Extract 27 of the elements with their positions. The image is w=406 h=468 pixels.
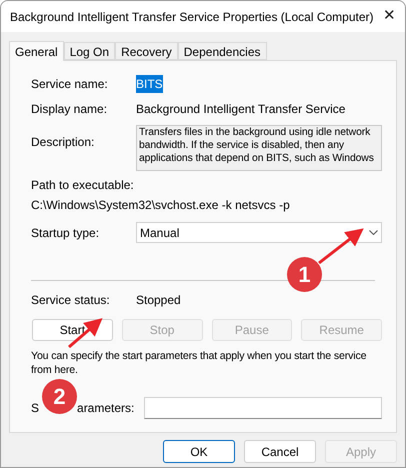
dialog-button[interactable]: Cancel [244, 440, 316, 463]
path-value: C:\Windows\System32\svchost.exe -k netsvcs -p [30, 197, 291, 214]
service-status-value: Stopped [136, 292, 181, 309]
field-label: Startup type: [31, 224, 100, 242]
tab[interactable]: General [9, 41, 64, 61]
tab[interactable]: Recovery [115, 42, 178, 60]
path-label: Path to executable: [30, 177, 135, 194]
display-name-value: Background Intelligent Transfer Service [136, 101, 346, 118]
startup-type-dropdown[interactable]: Manual [136, 222, 382, 243]
field-label: Service status: [31, 292, 111, 309]
chevron-down-icon [369, 230, 378, 235]
tab[interactable]: Log On [64, 42, 116, 60]
service-name-value: BITS [136, 75, 163, 93]
field-label: Description: [31, 134, 96, 151]
field-label: arameters: [77, 400, 134, 417]
start-parameters-field[interactable] [144, 397, 382, 419]
window-title: Background Intelligent Transfer Service Properties (Local Computer) [10, 8, 374, 26]
hint-text: You can specify the start parameters that apply when you start the service from here. [30, 349, 368, 377]
field-label: S [31, 400, 40, 417]
dialog-button[interactable]: OK [163, 440, 235, 463]
tab[interactable]: Dependencies [178, 42, 266, 60]
field-label: Display name: [31, 101, 108, 118]
annotation-arrow [318, 228, 364, 264]
description-box: Transfers files in the background using idle network bandwidth. If the service is disabled, then any applications that depend on BITS, such as Windows [136, 125, 382, 171]
close-button[interactable]: ✕ [374, 5, 405, 28]
field-label: Service name: [31, 76, 109, 93]
dropdown-value: Manual [140, 224, 180, 242]
